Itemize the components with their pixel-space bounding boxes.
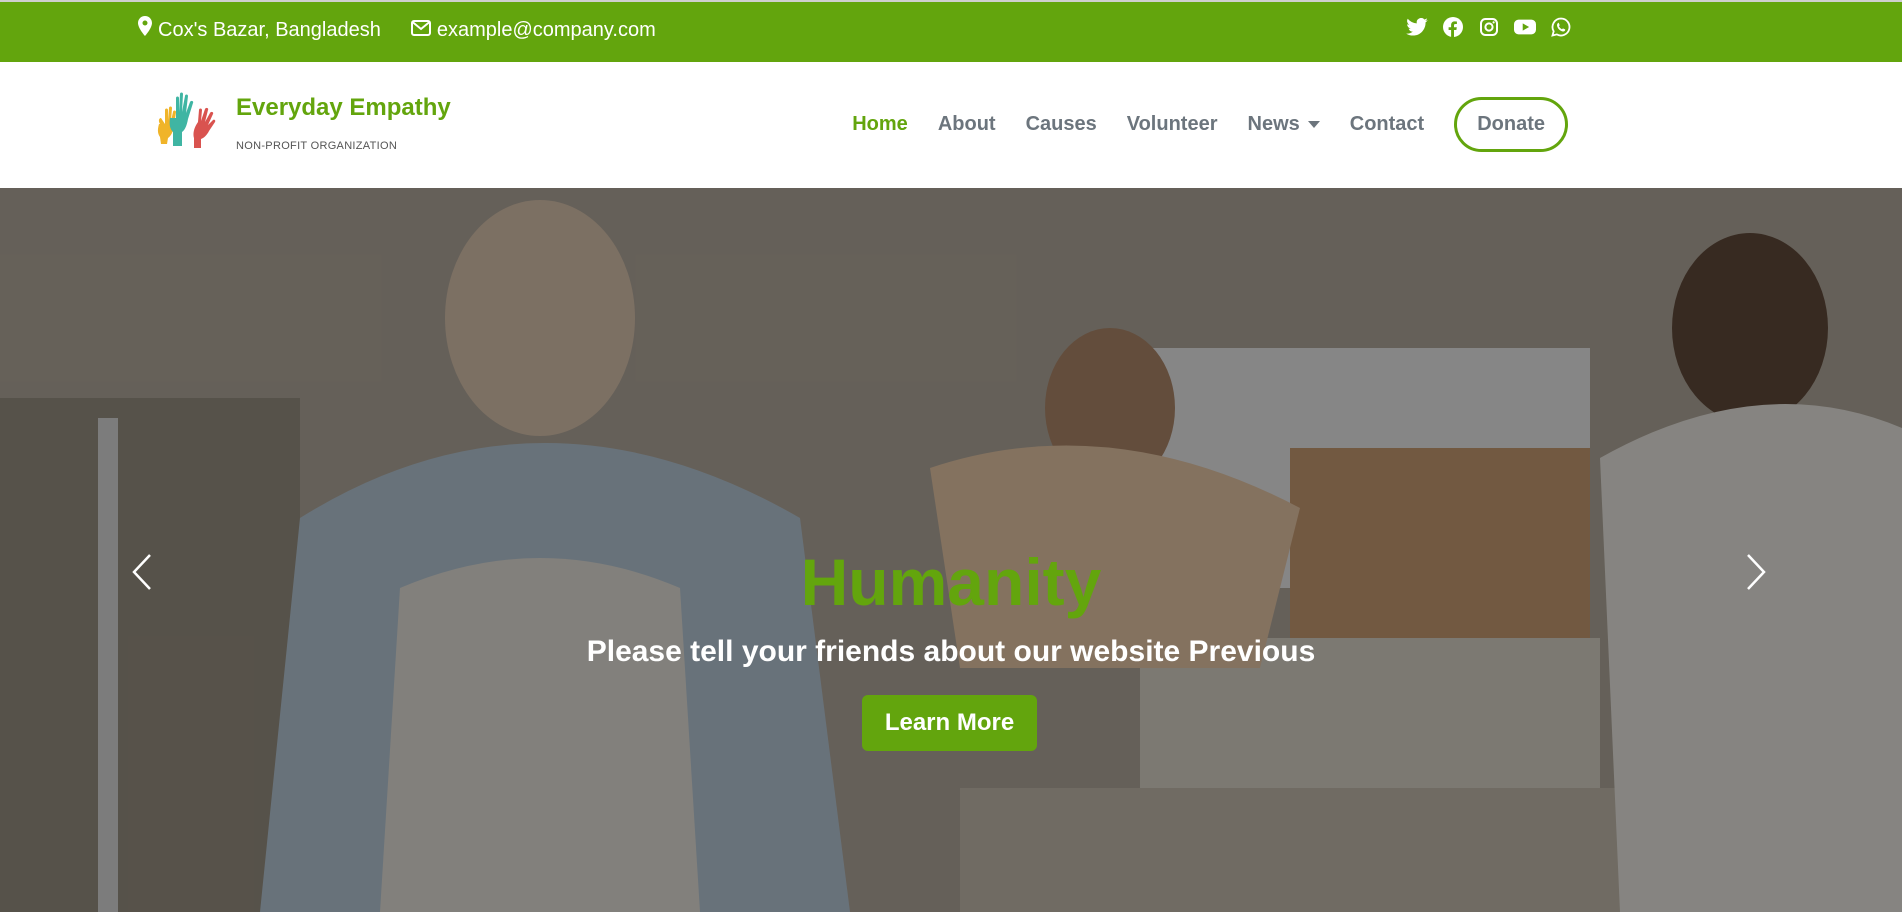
nav-causes[interactable]: Causes bbox=[1026, 113, 1097, 136]
nav-news-dropdown[interactable]: News bbox=[1248, 113, 1320, 136]
raised-hands-icon bbox=[154, 88, 226, 155]
caret-down-icon bbox=[1307, 121, 1320, 128]
brand-name[interactable]: Everyday Empathy bbox=[236, 94, 451, 122]
email-info[interactable]: example@company.com bbox=[410, 16, 656, 43]
brand-tagline: NON-PROFIT ORGANIZATION bbox=[236, 140, 398, 152]
contact-info: Cox's Bazar, Bangladesh example@company.… bbox=[138, 16, 656, 43]
brand-text: Everyday Empathy NON-PROFIT ORGANIZATION bbox=[236, 88, 451, 152]
instagram-icon[interactable] bbox=[1478, 16, 1500, 38]
top-info-bar: Cox's Bazar, Bangladesh example@company.… bbox=[0, 0, 1902, 62]
twitter-icon[interactable] bbox=[1406, 16, 1428, 38]
whatsapp-icon[interactable] bbox=[1550, 16, 1572, 38]
nav-contact[interactable]: Contact bbox=[1350, 113, 1424, 136]
nav-about[interactable]: About bbox=[938, 113, 996, 136]
hero-subtitle: Please tell your friends about our websi… bbox=[586, 635, 1316, 668]
donate-button[interactable]: Donate bbox=[1454, 97, 1568, 152]
youtube-icon[interactable] bbox=[1514, 16, 1536, 38]
nav-news-label: News bbox=[1247, 113, 1300, 135]
main-navbar: Everyday Empathy NON-PROFIT ORGANIZATION… bbox=[0, 62, 1902, 188]
location-info: Cox's Bazar, Bangladesh bbox=[138, 16, 381, 43]
nav-home[interactable]: Home bbox=[852, 113, 908, 136]
social-links bbox=[1406, 16, 1572, 38]
nav-menu: Home About Causes Volunteer News Contact… bbox=[852, 97, 1568, 152]
facebook-icon[interactable] bbox=[1442, 16, 1464, 38]
learn-more-button[interactable]: Learn More bbox=[862, 695, 1037, 751]
envelope-icon bbox=[410, 17, 431, 43]
nav-volunteer[interactable]: Volunteer bbox=[1127, 113, 1218, 136]
brand[interactable]: Everyday Empathy NON-PROFIT ORGANIZATION bbox=[154, 88, 451, 155]
hero-title: Humanity bbox=[800, 545, 1102, 619]
map-pin-icon bbox=[138, 16, 152, 43]
email-text[interactable]: example@company.com bbox=[437, 17, 656, 43]
hero-carousel: Humanity Please tell your friends about … bbox=[0, 188, 1902, 912]
location-text: Cox's Bazar, Bangladesh bbox=[158, 18, 381, 41]
